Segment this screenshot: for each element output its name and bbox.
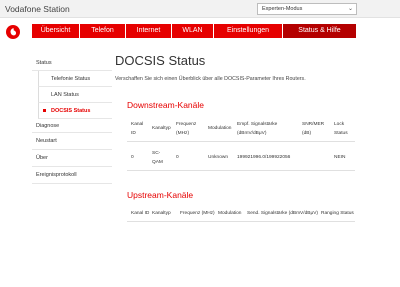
sidebar-item-docsis-status[interactable]: DOCSIS Status xyxy=(38,103,112,119)
ds-header-lock-status: Lock Status xyxy=(334,122,348,136)
nav-telefon[interactable]: Telefon xyxy=(80,24,126,38)
chevron-down-icon: ⌄ xyxy=(347,6,353,12)
ds-header-frequenz: Frequenz (MHz) xyxy=(176,122,197,136)
ds-header-snr-mer: SNR/MER (dB) xyxy=(302,122,325,136)
sidebar-item-diagnose[interactable]: Diagnose xyxy=(32,119,112,133)
nav-einstellungen[interactable]: Einstellungen xyxy=(214,24,283,38)
ds-header-empf-signalstaerke: Empf. Signalstärke (dBmV/dBμV) xyxy=(237,122,278,136)
ds-cell-kanaltyp: SC-QAM xyxy=(152,151,163,165)
ds-cell-signalstaerke: 199921996.0/199922056 xyxy=(237,155,291,160)
page-title: DOCSIS Status xyxy=(115,53,206,68)
sidebar-item-lan-status[interactable]: LAN Status xyxy=(38,87,112,103)
ds-cell-lock-status: NEIN xyxy=(334,155,346,160)
mode-select-value: Experten-Modus xyxy=(262,6,303,12)
us-header-kanaltyp: Kanaltyp xyxy=(152,211,171,216)
upstream-title: Upstream-Kanäle xyxy=(127,190,194,200)
sidebar-item-ereignisprotokoll[interactable]: Ereignisprotokoll xyxy=(32,167,112,184)
ds-header-modulation: Modulation xyxy=(208,126,232,131)
main-nav: Übersicht Telefon Internet WLAN Einstell… xyxy=(32,24,356,38)
brand-title: Vodafone Station xyxy=(5,4,70,14)
ds-row-divider xyxy=(127,170,355,171)
ds-cell-kanal-id: 0 xyxy=(131,155,134,160)
us-header-kanal-id: Kanal ID xyxy=(131,211,150,216)
ds-cell-modulation: Unknown xyxy=(208,155,228,160)
us-header-modulation: Modulation xyxy=(218,211,242,216)
sidebar: Status Telefonie Status LAN Status DOCSI… xyxy=(32,55,112,184)
sidebar-item-neustart[interactable]: Neustart xyxy=(32,133,112,150)
us-header-send-signalstaerke: Send. Signalstärke (dBmV/dBμV) xyxy=(247,211,319,216)
mode-select[interactable]: Experten-Modus ⌄ xyxy=(257,3,357,15)
us-header-ranging-status: Ranging Status xyxy=(321,211,354,216)
sidebar-item-ueber[interactable]: Über xyxy=(32,150,112,167)
downstream-title: Downstream-Kanäle xyxy=(127,100,205,110)
vodafone-logo-icon[interactable] xyxy=(6,25,20,39)
nav-wlan[interactable]: WLAN xyxy=(172,24,214,38)
ds-header-kanal-id: Kanal ID xyxy=(131,122,144,136)
top-bar: Vodafone Station Experten-Modus ⌄ xyxy=(0,0,400,18)
nav-uebersicht[interactable]: Übersicht xyxy=(32,24,80,38)
nav-internet[interactable]: Internet xyxy=(126,24,172,38)
page-intro: Verschaffen Sie sich einen Überblick übe… xyxy=(115,76,306,82)
us-header-divider xyxy=(127,221,355,222)
sidebar-item-status[interactable]: Status xyxy=(32,55,112,71)
sidebar-item-telefonie-status[interactable]: Telefonie Status xyxy=(38,71,112,87)
ds-header-divider xyxy=(127,141,355,142)
ds-cell-frequenz: 0 xyxy=(176,155,179,160)
us-header-frequenz: Frequenz (MHz) xyxy=(180,211,215,216)
nav-status-hilfe[interactable]: Status & Hilfe xyxy=(283,24,356,38)
ds-header-kanaltyp: Kanaltyp xyxy=(152,126,171,131)
